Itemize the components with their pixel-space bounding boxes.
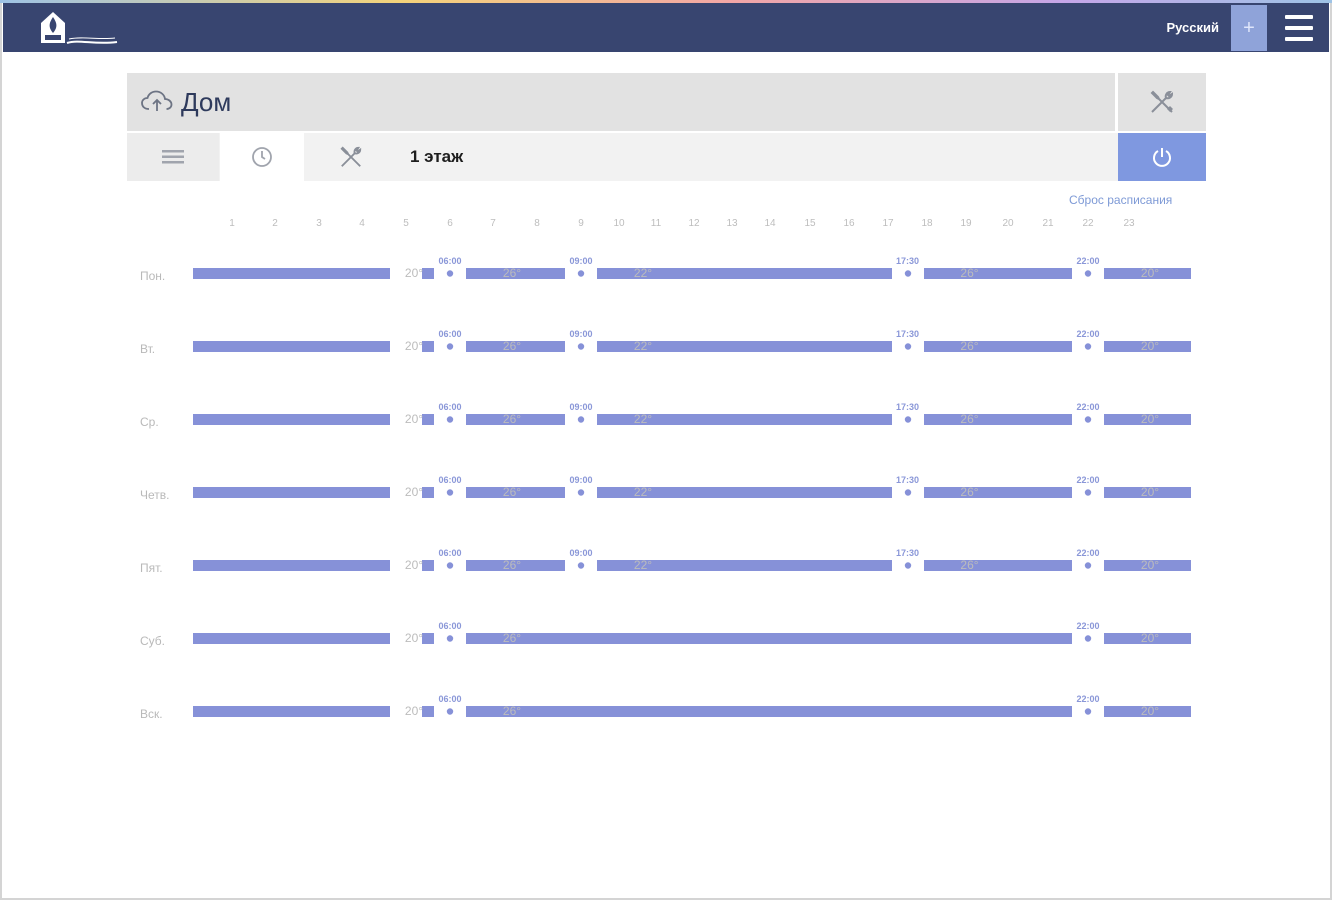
power-icon (1153, 148, 1171, 167)
switch-handle[interactable] (437, 340, 463, 353)
switch-handle[interactable] (1075, 705, 1101, 718)
house-flame-logo-icon[interactable] (39, 9, 121, 49)
switch-handle[interactable] (895, 267, 921, 280)
list-icon (162, 150, 184, 164)
switch-handle[interactable] (895, 340, 921, 353)
cloud-upload-icon[interactable] (141, 90, 173, 112)
house-settings-button[interactable] (1118, 73, 1206, 131)
tab-list[interactable] (127, 133, 219, 181)
wrench-screwdriver-icon (1150, 90, 1174, 113)
switch-handle[interactable] (568, 413, 594, 426)
switch-handle[interactable] (568, 559, 594, 572)
power-button[interactable] (1118, 133, 1206, 181)
switch-handle[interactable] (437, 267, 463, 280)
switch-handle[interactable] (1075, 413, 1101, 426)
top-navigation-bar: Русский + (3, 3, 1329, 52)
switch-handle[interactable] (1075, 559, 1101, 572)
tools-icon (340, 146, 362, 167)
switch-handle[interactable] (437, 559, 463, 572)
hamburger-icon (1285, 14, 1313, 41)
switch-handle[interactable] (568, 340, 594, 353)
hamburger-menu-button[interactable] (1269, 3, 1329, 52)
house-header: Дом (127, 73, 1115, 131)
tab-schedule[interactable] (220, 133, 304, 181)
switch-handle[interactable] (437, 632, 463, 645)
switch-handle[interactable] (895, 413, 921, 426)
clock-icon (252, 147, 272, 167)
switch-handle[interactable] (437, 705, 463, 718)
switch-handle[interactable] (895, 486, 921, 499)
switch-handle[interactable] (1075, 486, 1101, 499)
house-title: Дом (181, 87, 232, 117)
language-selector[interactable]: Русский (1166, 20, 1219, 35)
tab-tools[interactable] (305, 133, 397, 181)
switch-handle[interactable] (568, 486, 594, 499)
switch-handle[interactable] (437, 486, 463, 499)
add-button[interactable]: + (1231, 5, 1267, 51)
switch-handle[interactable] (437, 413, 463, 426)
switch-handle[interactable] (1075, 340, 1101, 353)
reset-schedule-link[interactable]: Сброс расписания (1069, 193, 1194, 207)
switch-handle[interactable] (568, 267, 594, 280)
switch-handle[interactable] (1075, 267, 1101, 280)
switch-handle[interactable] (895, 559, 921, 572)
floor-name: 1 этаж (410, 147, 464, 166)
switch-handle[interactable] (1075, 632, 1101, 645)
floor-tab-bar: 1 этаж (127, 133, 1118, 181)
